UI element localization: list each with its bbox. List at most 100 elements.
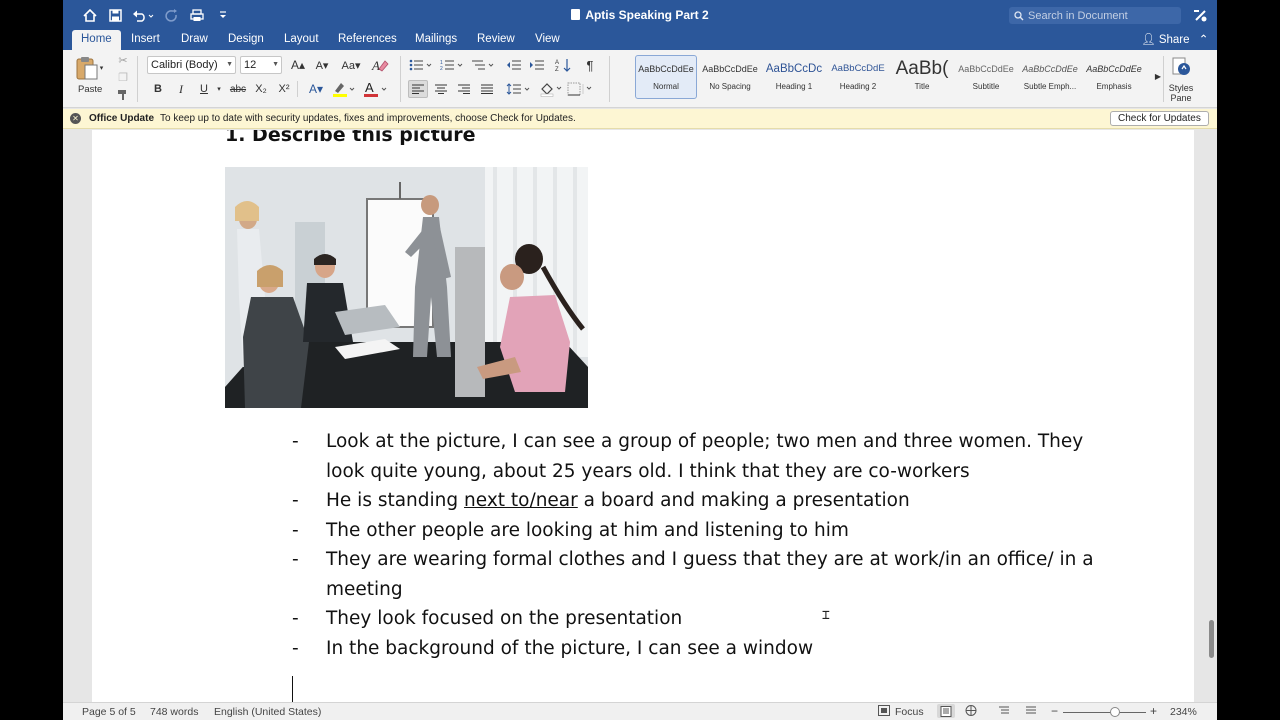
description-list: - Look at the picture, I can see a group… — [292, 427, 1112, 663]
bold-button[interactable]: B — [150, 81, 166, 97]
document-heading: 1. Describe this picture — [225, 130, 476, 146]
tab-home[interactable]: Home — [72, 30, 121, 50]
meeting-photo[interactable] — [225, 167, 588, 408]
subscript-icon[interactable]: X₂ — [252, 81, 270, 97]
list-bullet: - — [292, 519, 299, 541]
align-left-icon[interactable] — [408, 80, 428, 98]
show-formatting-icon[interactable]: ¶ — [581, 56, 599, 74]
underline-button[interactable]: U — [196, 81, 212, 97]
highlight-icon[interactable] — [330, 79, 356, 99]
check-for-updates-button[interactable]: Check for Updates — [1110, 111, 1209, 126]
scrollbar-thumb[interactable] — [1209, 620, 1214, 658]
tab-design[interactable]: Design — [219, 30, 273, 50]
copy-icon[interactable]: ❐ — [116, 70, 130, 84]
search-icon — [1014, 10, 1024, 21]
font-size-dropdown[interactable]: 12 ▼ — [240, 56, 282, 74]
paste-dropdown-icon[interactable]: ▾ — [100, 64, 104, 72]
style-title[interactable]: AaBb( Title — [891, 55, 953, 99]
paste-button[interactable]: ▾ — [71, 54, 107, 82]
styles-gallery: AaBbCcDdEe Normal AaBbCcDdEe No Spacing … — [619, 55, 1163, 103]
style-no-spacing[interactable]: AaBbCcDdEe No Spacing — [699, 55, 761, 99]
font-color-icon[interactable]: A — [361, 79, 389, 99]
bullets-icon[interactable] — [408, 57, 436, 73]
outline-view-icon[interactable] — [998, 705, 1010, 719]
clear-formatting-icon[interactable]: A — [370, 56, 390, 74]
list-item-text: In the background of the picture, I can … — [326, 637, 814, 659]
svg-text:Z: Z — [555, 67, 559, 72]
chevron-down-icon: ▼ — [226, 61, 233, 68]
list-item-text: They look focused on the presentation — [326, 608, 683, 629]
print-layout-icon[interactable] — [937, 704, 955, 718]
svg-text:A: A — [365, 80, 374, 95]
borders-icon[interactable] — [566, 79, 596, 99]
search-box[interactable] — [1009, 7, 1181, 24]
style-normal[interactable]: AaBbCcDdEe Normal — [635, 55, 697, 99]
ribbon-separator — [400, 56, 401, 102]
zoom-slider[interactable] — [1063, 712, 1146, 713]
style-emphasis[interactable]: AaBbCcDdEe Emphasis — [1083, 55, 1145, 99]
draft-view-icon[interactable] — [1025, 705, 1037, 719]
style-subtitle[interactable]: AaBbCcDdEe Subtitle — [955, 55, 1017, 99]
search-input[interactable] — [1028, 9, 1178, 22]
collapse-ribbon-icon[interactable]: ⌃ — [1199, 34, 1209, 46]
share-button[interactable]: 👤︎ Share ⌃ — [1141, 32, 1208, 46]
list-item: - Look at the picture, I can see a group… — [292, 427, 1112, 486]
underline-dropdown-icon[interactable]: ▾ — [214, 81, 224, 97]
sort-icon[interactable]: AZ — [553, 57, 575, 73]
align-right-icon[interactable] — [454, 80, 474, 98]
text-effects-icon[interactable]: A▾ — [303, 81, 329, 97]
align-center-icon[interactable] — [431, 80, 451, 98]
superscript-icon[interactable]: X² — [275, 81, 293, 97]
tab-mailings[interactable]: Mailings — [406, 30, 466, 50]
style-heading-2[interactable]: AaBbCcDdE Heading 2 — [827, 55, 889, 99]
change-case-icon[interactable]: Aa▾ — [339, 57, 363, 73]
tab-draw[interactable]: Draw — [172, 30, 217, 50]
grow-font-icon[interactable]: A▴ — [287, 57, 309, 73]
style-subtle-emphasis[interactable]: AaBbCcDdEe Subtle Emph... — [1019, 55, 1081, 99]
decrease-indent-icon[interactable] — [504, 57, 524, 73]
cut-icon[interactable]: ✂ — [116, 53, 130, 67]
focus-icon[interactable] — [878, 705, 890, 719]
justify-icon[interactable] — [477, 80, 497, 98]
gallery-more-icon[interactable]: ▶ — [1153, 69, 1163, 83]
list-bullet: - — [292, 431, 299, 452]
document-page[interactable]: 1. Describe this picture - Look at the p… — [92, 130, 1194, 702]
paste-label: Paste — [78, 84, 103, 95]
shading-icon[interactable] — [538, 79, 564, 99]
document-canvas: 1. Describe this picture - Look at the p… — [63, 130, 1205, 702]
style-heading-1[interactable]: AaBbCcDc Heading 1 — [763, 55, 825, 99]
page-count[interactable]: Page 5 of 5 — [82, 706, 136, 718]
tab-references[interactable]: References — [329, 30, 406, 50]
zoom-level[interactable]: 234% — [1170, 706, 1197, 718]
list-item: - In the background of the picture, I ca… — [292, 634, 1112, 664]
numbering-icon[interactable]: 12 — [439, 57, 467, 73]
line-spacing-icon[interactable] — [505, 80, 533, 98]
vertical-scrollbar[interactable] — [1205, 130, 1217, 702]
strikethrough-button[interactable]: abc — [227, 81, 249, 97]
title-bar: Aptis Speaking Part 2 — [63, 0, 1217, 30]
increase-indent-icon[interactable] — [527, 57, 547, 73]
word-count[interactable]: 748 words — [150, 706, 198, 718]
language-indicator[interactable]: English (United States) — [214, 706, 321, 718]
list-item: - The other people are looking at him an… — [292, 516, 1112, 546]
list-bullet: - — [292, 549, 299, 570]
italic-button[interactable]: I — [173, 81, 189, 97]
zoom-out-icon[interactable]: − — [1051, 704, 1058, 718]
tab-view[interactable]: View — [526, 30, 569, 50]
shrink-font-icon[interactable]: A▾ — [311, 57, 333, 73]
focus-button[interactable]: Focus — [895, 706, 924, 718]
document-icon — [571, 9, 581, 20]
assistant-icon[interactable] — [1191, 6, 1209, 24]
font-name-dropdown[interactable]: Calibri (Body) ▼ — [147, 56, 236, 74]
tab-layout[interactable]: Layout — [275, 30, 328, 50]
tab-review[interactable]: Review — [468, 30, 524, 50]
zoom-in-icon[interactable]: + — [1150, 704, 1157, 718]
styles-pane-icon[interactable] — [1167, 56, 1195, 78]
web-layout-icon[interactable] — [965, 705, 977, 719]
format-painter-icon[interactable] — [116, 88, 130, 102]
close-icon[interactable]: ✕ — [70, 113, 81, 124]
zoom-slider-thumb[interactable] — [1110, 707, 1120, 717]
multilevel-list-icon[interactable] — [470, 57, 498, 73]
list-item: - He is standing next to/near a board an… — [292, 486, 1112, 516]
tab-insert[interactable]: Insert — [122, 30, 169, 50]
